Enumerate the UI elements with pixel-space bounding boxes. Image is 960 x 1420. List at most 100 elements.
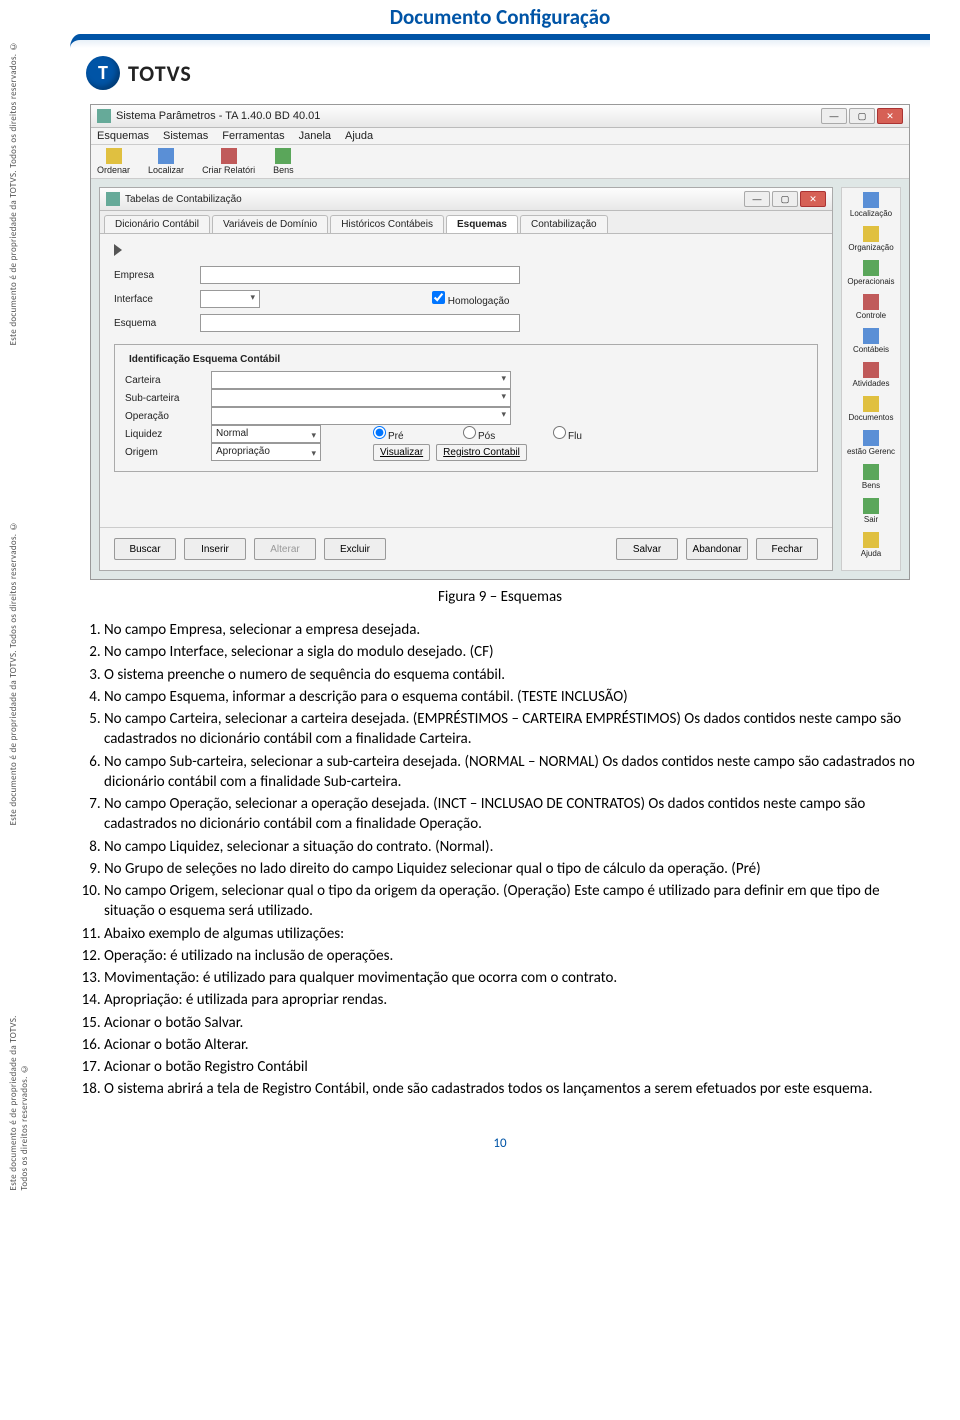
- inner-maximize-button[interactable]: ▢: [772, 191, 798, 207]
- tab-dicionario[interactable]: Dicionário Contábil: [104, 215, 210, 233]
- menu-ajuda[interactable]: Ajuda: [345, 130, 373, 142]
- input-empresa[interactable]: [200, 266, 520, 284]
- inner-minimize-button[interactable]: —: [744, 191, 770, 207]
- tb-localizar[interactable]: Localizar: [148, 148, 184, 175]
- find-icon: [158, 148, 174, 164]
- toolbar: Ordenar Localizar Criar Relatóri Bens: [91, 145, 909, 179]
- btn-fechar[interactable]: Fechar: [756, 538, 818, 560]
- accounting-icon: [863, 328, 879, 344]
- check-homolog[interactable]: [432, 291, 445, 304]
- label-empresa: Empresa: [114, 270, 194, 281]
- manage-icon: [863, 430, 879, 446]
- label-esquema: Esquema: [114, 318, 194, 329]
- radio-pre[interactable]: Pré: [373, 426, 453, 442]
- step-15: Acionar o botão Salvar.: [104, 1013, 930, 1033]
- step-8: No campo Liquidez, selecionar a situação…: [104, 837, 930, 857]
- sp-operacionais[interactable]: Operacionais: [847, 260, 894, 286]
- radio-flu[interactable]: Flu: [553, 426, 633, 442]
- close-button[interactable]: ✕: [877, 108, 903, 124]
- outer-titlebar: Sistema Parâmetros - TA 1.40.0 BD 40.01 …: [91, 105, 909, 128]
- brand-logo-icon: T: [86, 56, 120, 90]
- menu-esquemas[interactable]: Esquemas: [97, 130, 149, 142]
- control-icon: [863, 294, 879, 310]
- step-6: No campo Sub-carteira, selecionar a sub-…: [104, 752, 930, 793]
- sp-gerenc[interactable]: estão Gerenc: [847, 430, 895, 456]
- radio-pos[interactable]: Pós: [463, 426, 543, 442]
- tb-ordenar[interactable]: Ordenar: [97, 148, 130, 175]
- sp-bens[interactable]: Bens: [862, 464, 880, 490]
- combo-carteira[interactable]: [211, 371, 511, 389]
- sp-sair[interactable]: Sair: [863, 498, 879, 524]
- ops-icon: [863, 260, 879, 276]
- sp-atividades[interactable]: Atividades: [853, 362, 890, 388]
- combo-subcarteira[interactable]: [211, 389, 511, 407]
- label-interface: Interface: [114, 294, 194, 305]
- exit-icon: [863, 498, 879, 514]
- help-icon: [863, 532, 879, 548]
- btn-excluir[interactable]: Excluir: [324, 538, 386, 560]
- btn-abandonar[interactable]: Abandonar: [686, 538, 748, 560]
- minimize-button[interactable]: —: [821, 108, 847, 124]
- step-9: No Grupo de seleções no lado direito do …: [104, 859, 930, 879]
- menu-janela[interactable]: Janela: [299, 130, 331, 142]
- btn-inserir[interactable]: Inserir: [184, 538, 246, 560]
- combo-interface[interactable]: [200, 290, 260, 308]
- side-copyright-2: Este documento é de propriedade da TOTVS…: [8, 520, 19, 825]
- menu-sistemas[interactable]: Sistemas: [163, 130, 208, 142]
- label-homolog: Homologação: [448, 296, 510, 307]
- sp-contabeis[interactable]: Contábeis: [853, 328, 889, 354]
- label-subcarteira: Sub-carteira: [125, 393, 205, 404]
- combo-liquidez[interactable]: Normal: [211, 425, 321, 443]
- step-17: Acionar o botão Registro Contábil: [104, 1057, 930, 1077]
- combo-origem[interactable]: Apropriação: [211, 443, 321, 461]
- report-icon: [221, 148, 237, 164]
- btn-salvar[interactable]: Salvar: [616, 538, 678, 560]
- legend-identificacao: Identificação Esquema Contábil: [125, 354, 284, 365]
- sp-controle[interactable]: Controle: [856, 294, 886, 320]
- maximize-button[interactable]: ▢: [849, 108, 875, 124]
- play-icon[interactable]: [114, 244, 122, 256]
- side-copyright-1: Este documento é de propriedade da TOTVS…: [8, 40, 19, 345]
- app-screenshot: Sistema Parâmetros - TA 1.40.0 BD 40.01 …: [90, 104, 910, 580]
- input-esquema[interactable]: [200, 314, 520, 332]
- tb-relatorio[interactable]: Criar Relatóri: [202, 148, 255, 175]
- btn-registro-contabil[interactable]: Registro Contabil: [436, 444, 527, 461]
- sort-icon: [106, 148, 122, 164]
- inner-app-icon: [106, 192, 120, 206]
- inner-window: Tabelas de Contabilização — ▢ ✕ Dicionár…: [99, 187, 833, 571]
- side-copyright-3: Este documento é de propriedade da TOTVS…: [8, 1000, 30, 1191]
- btn-alterar[interactable]: Alterar: [254, 538, 316, 560]
- org-icon: [863, 226, 879, 242]
- sp-organizacao[interactable]: Organização: [848, 226, 893, 252]
- brand: T TOTVS: [86, 56, 930, 90]
- app-icon: [97, 109, 111, 123]
- combo-operacao[interactable]: [211, 407, 511, 425]
- step-3: O sistema preenche o numero de sequência…: [104, 665, 930, 685]
- btn-buscar[interactable]: Buscar: [114, 538, 176, 560]
- label-liquidez: Liquidez: [125, 429, 205, 440]
- label-origem: Origem: [125, 447, 205, 458]
- step-4: No campo Esquema, informar a descrição p…: [104, 687, 930, 707]
- step-18: O sistema abrirá a tela de Registro Cont…: [104, 1079, 930, 1099]
- outer-window-title: Sistema Parâmetros - TA 1.40.0 BD 40.01: [116, 110, 320, 122]
- steps-list: No campo Empresa, selecionar a empresa d…: [70, 620, 930, 1100]
- sp-documentos[interactable]: Documentos: [849, 396, 894, 422]
- tb-bens[interactable]: Bens: [273, 148, 294, 175]
- menubar: Esquemas Sistemas Ferramentas Janela Aju…: [91, 128, 909, 145]
- label-carteira: Carteira: [125, 375, 205, 386]
- tab-esquemas[interactable]: Esquemas: [446, 215, 518, 233]
- tab-variaveis[interactable]: Variáveis de Domínio: [212, 215, 328, 233]
- header-banner: Documento Configuração: [70, 0, 930, 48]
- label-operacao: Operação: [125, 411, 205, 422]
- inner-close-button[interactable]: ✕: [800, 191, 826, 207]
- step-10: No campo Origem, selecionar qual o tipo …: [104, 881, 930, 922]
- sp-ajuda[interactable]: Ajuda: [861, 532, 881, 558]
- tab-contabilizacao[interactable]: Contabilização: [520, 215, 608, 233]
- location-icon: [863, 192, 879, 208]
- btn-visualizar[interactable]: Visualizar: [373, 444, 430, 461]
- brand-name: TOTVS: [128, 60, 192, 87]
- sp-localizacao[interactable]: Localização: [850, 192, 892, 218]
- menu-ferramentas[interactable]: Ferramentas: [222, 130, 284, 142]
- tab-historicos[interactable]: Históricos Contábeis: [330, 215, 444, 233]
- figure-caption: Figura 9 – Esquemas: [70, 588, 930, 606]
